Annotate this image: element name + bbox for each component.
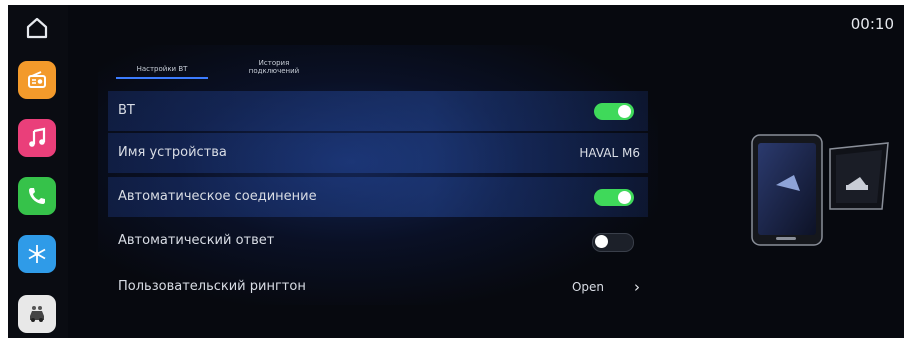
- tab-bt-settings[interactable]: Настройки BT: [116, 65, 208, 73]
- clock: 00:10: [850, 15, 894, 33]
- device-name-value: HAVAL M6: [579, 146, 640, 160]
- setting-row-device-name[interactable]: Имя устройства HAVAL M6: [108, 133, 648, 173]
- sidebar: [8, 5, 68, 338]
- bt-toggle[interactable]: [594, 103, 634, 120]
- climate-icon[interactable]: [18, 235, 56, 273]
- phone-icon[interactable]: [18, 177, 56, 215]
- auto-connect-toggle[interactable]: [594, 189, 634, 206]
- infotainment-screen: 00:10 Настройки BT История подключений B…: [8, 5, 904, 338]
- setting-label: Имя устройства: [118, 145, 227, 160]
- toggle-knob: [595, 235, 608, 248]
- ringtone-value: Open: [571, 280, 604, 294]
- setting-row-auto-connect[interactable]: Автоматическое соединение: [108, 177, 648, 217]
- tab-active-indicator: [116, 77, 208, 79]
- home-icon[interactable]: [24, 15, 50, 41]
- chevron-right-icon: ›: [634, 278, 640, 296]
- car-settings-icon[interactable]: [18, 295, 56, 333]
- tab-connection-history[interactable]: История подключений: [234, 59, 314, 75]
- toggle-knob: [618, 105, 631, 118]
- phone-car-illustration: [748, 125, 898, 255]
- auto-answer-toggle[interactable]: [592, 233, 634, 252]
- setting-label: Пользовательский рингтон: [118, 279, 306, 294]
- music-icon[interactable]: [18, 119, 56, 157]
- setting-label: Автоматическое соединение: [118, 189, 317, 204]
- setting-row-ringtone[interactable]: Пользовательский рингтон Open ›: [108, 267, 648, 307]
- setting-row-auto-answer[interactable]: Автоматический ответ: [108, 221, 648, 261]
- setting-label: Автоматический ответ: [118, 233, 275, 248]
- setting-row-bt[interactable]: BT: [108, 91, 648, 131]
- panel-background: [98, 45, 658, 305]
- setting-label: BT: [118, 103, 135, 118]
- radio-icon[interactable]: [18, 61, 56, 99]
- toggle-knob: [618, 191, 631, 204]
